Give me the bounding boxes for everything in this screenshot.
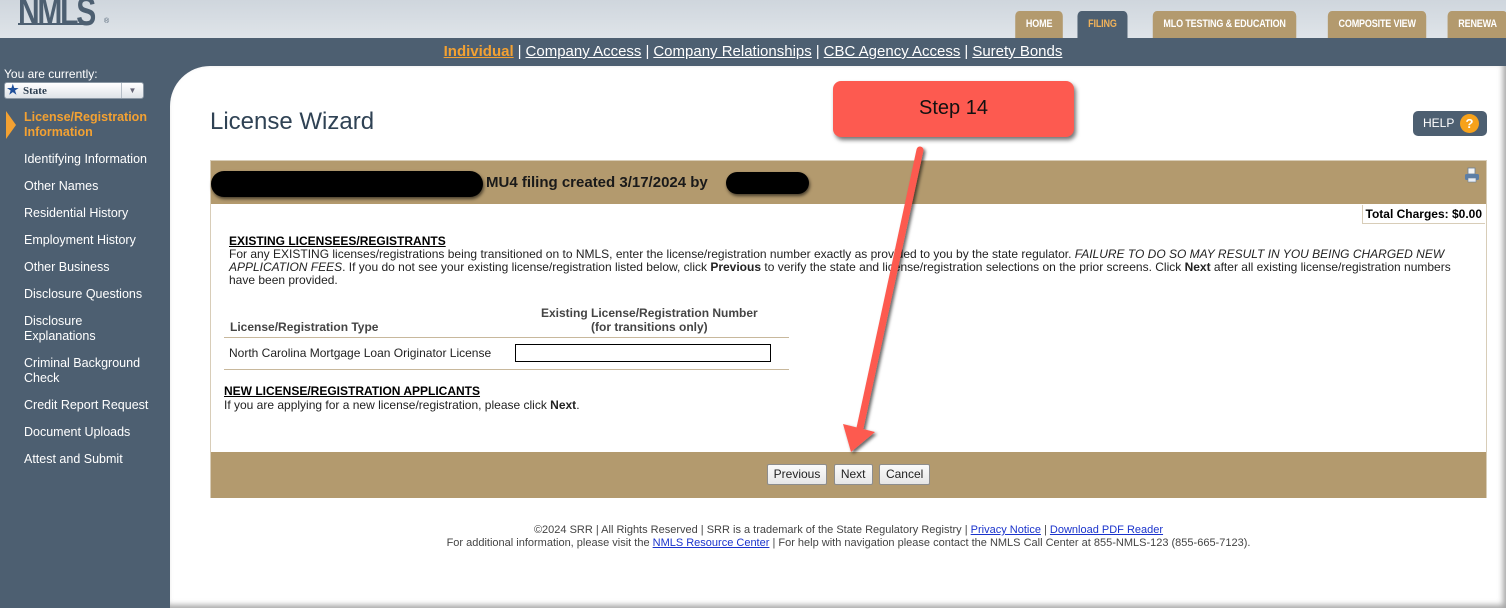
sidebar-item-identifying-information[interactable]: Identifying Information <box>0 152 170 167</box>
existing-licensees-instructions: For any EXISTING licenses/registrations … <box>229 247 1451 287</box>
sidebar-item-label: License/Registration Information <box>24 110 147 139</box>
previous-button[interactable]: Previous <box>766 464 828 485</box>
tab-home[interactable]: HOME <box>1015 11 1064 38</box>
subnav-separator: | <box>645 43 650 60</box>
license-number-cell <box>509 337 789 370</box>
new-applicants-section: NEW LICENSE/REGISTRATION APPLICANTS If y… <box>224 384 580 412</box>
current-step-arrow-icon <box>6 111 16 139</box>
sidebar-item-criminal-background-check[interactable]: Criminal Background Check <box>0 356 160 386</box>
sidebar-item-license-registration-information[interactable]: License/Registration Information <box>0 110 170 140</box>
sidebar-item-residential-history[interactable]: Residential History <box>0 206 170 221</box>
redacted-name <box>211 171 483 197</box>
privacy-notice-link[interactable]: Privacy Notice <box>971 524 1041 536</box>
license-number-input[interactable] <box>514 344 771 362</box>
subnav-separator: | <box>517 43 522 60</box>
tab-filing[interactable]: FILING <box>1077 11 1128 38</box>
existing-licensees-section: EXISTING LICENSEES/REGISTRANTS For any E… <box>229 235 1469 287</box>
help-label: HELP <box>1423 116 1455 130</box>
license-type-cell: North Carolina Mortgage Loan Originator … <box>224 337 510 370</box>
nmls-logo[interactable]: NMLS ® <box>18 0 109 34</box>
column-header-type: License/Registration Type <box>224 303 510 338</box>
wizard-footer: Previous Next Cancel <box>211 452 1486 498</box>
you-are-currently-label: You are currently: <box>4 67 98 81</box>
sidebar-item-attest-and-submit[interactable]: Attest and Submit <box>0 452 170 467</box>
redacted-creator <box>726 172 809 194</box>
logo-text: NMLS <box>18 0 96 34</box>
column-header-number: Existing License/Registration Number (fo… <box>509 303 789 338</box>
subnav-separator: | <box>815 43 820 60</box>
tab-composite-view[interactable]: COMPOSITE VIEW <box>1327 11 1427 38</box>
subnav-separator: | <box>964 43 969 60</box>
star-icon: ★ <box>7 82 19 97</box>
printer-icon[interactable] <box>1464 167 1480 183</box>
main-tabs: HOME FILING MLO TESTING & EDUCATION COMP… <box>1006 11 1506 38</box>
question-icon: ? <box>1460 114 1479 133</box>
sidebar-item-disclosure-questions[interactable]: Disclosure Questions <box>0 287 170 302</box>
next-button[interactable]: Next <box>833 464 873 485</box>
sidebar-item-credit-report-request[interactable]: Credit Report Request <box>0 398 170 413</box>
help-button[interactable]: HELP ? <box>1413 111 1487 136</box>
subnav-cbc-agency-access[interactable]: CBC Agency Access <box>824 43 961 60</box>
total-charges: Total Charges: $0.00 <box>1361 205 1485 224</box>
sidebar-item-document-uploads[interactable]: Document Uploads <box>0 425 170 440</box>
license-table: License/Registration Type Existing Licen… <box>224 303 789 370</box>
sidebar-item-employment-history[interactable]: Employment History <box>0 233 170 248</box>
top-header: NMLS ® HOME FILING MLO TESTING & EDUCATI… <box>0 0 1506 38</box>
logo-underline <box>18 23 88 25</box>
role-select-value: State <box>23 85 47 97</box>
step-callout: Step 14 <box>833 81 1074 137</box>
page-footer: ©2024 SRR | All Rights Reserved | SRR is… <box>446 524 1251 549</box>
subnav-company-relationships[interactable]: Company Relationships <box>653 43 811 60</box>
download-pdf-reader-link[interactable]: Download PDF Reader <box>1050 524 1163 536</box>
sidebar-item-disclosure-explanations[interactable]: Disclosure Explanations <box>0 314 110 344</box>
nmls-resource-center-link[interactable]: NMLS Resource Center <box>653 537 770 549</box>
subnav-individual[interactable]: Individual <box>444 43 514 60</box>
wizard-header: MU4 filing created 3/17/2024 by <box>211 161 1486 204</box>
tab-renewal[interactable]: RENEWA <box>1447 11 1506 38</box>
new-applicants-heading: NEW LICENSE/REGISTRATION APPLICANTS <box>224 384 481 398</box>
subnav-company-access[interactable]: Company Access <box>526 43 642 60</box>
new-applicants-instructions: If you are applying for a new license/re… <box>224 398 580 412</box>
sub-navigation: Individual | Company Access | Company Relati… <box>0 38 1506 66</box>
sidebar-nav: License/Registration Information Identif… <box>0 110 170 479</box>
filing-title: MU4 filing created 3/17/2024 by <box>486 174 708 191</box>
content-panel: License Wizard HELP ? MU4 filing created… <box>170 66 1506 608</box>
page-title: License Wizard <box>210 108 375 135</box>
sidebar-item-other-business[interactable]: Other Business <box>0 260 170 275</box>
logo-registered-mark: ® <box>104 18 110 25</box>
sidebar-item-other-names[interactable]: Other Names <box>0 179 170 194</box>
chevron-down-icon[interactable]: ▼ <box>121 83 143 98</box>
role-select[interactable]: ★ State ▼ <box>4 82 144 99</box>
license-wizard-box: MU4 filing created 3/17/2024 by Total Ch… <box>210 160 1487 498</box>
cancel-button[interactable]: Cancel <box>878 464 931 485</box>
table-row: North Carolina Mortgage Loan Originator … <box>224 337 789 370</box>
sidebar: You are currently: ★ State ▼ License/Reg… <box>0 66 170 608</box>
subnav-surety-bonds[interactable]: Surety Bonds <box>972 43 1062 60</box>
tab-mlo-testing-education[interactable]: MLO TESTING & EDUCATION <box>1153 11 1297 38</box>
